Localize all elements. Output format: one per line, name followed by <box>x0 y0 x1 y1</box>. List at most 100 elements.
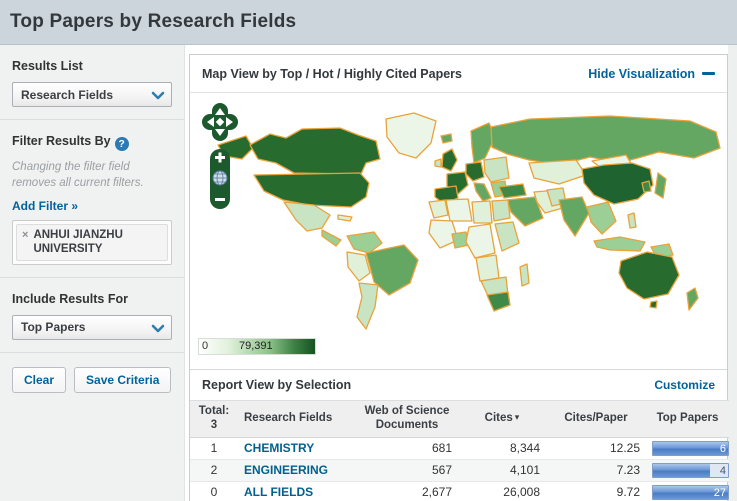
map-region <box>445 198 473 222</box>
rank-cell: 1 <box>190 436 238 460</box>
right-gutter <box>728 45 737 501</box>
content-area: Results List Research Fields Filter Resu… <box>0 45 737 501</box>
save-criteria-button[interactable]: Save Criteria <box>74 366 172 393</box>
include-section: Include Results For Top Papers <box>0 278 184 353</box>
map-region <box>490 115 721 166</box>
field-link[interactable]: CHEMISTRY <box>244 441 314 455</box>
top-papers-value: 6 <box>719 442 726 455</box>
column-header-documents[interactable]: Web of Science Documents <box>356 400 458 438</box>
docs-header-line2: Documents <box>375 418 439 431</box>
field-link[interactable]: ALL FIELDS <box>244 485 313 499</box>
table-row: 2 ENGINEERING 567 4,101 7.23 4 <box>190 458 729 482</box>
top-papers-bar: 6 <box>652 440 729 456</box>
map-region <box>473 182 492 202</box>
cites-cell: 26,008 <box>458 480 546 501</box>
results-list-value: Research Fields <box>21 87 114 102</box>
map-region <box>519 263 530 287</box>
cites-cell: 4,101 <box>458 458 546 482</box>
map-region <box>494 221 520 252</box>
map-controls <box>202 103 238 218</box>
top-papers-bar: 27 <box>652 484 729 500</box>
add-filter-link[interactable]: Add Filter » <box>12 199 78 213</box>
map-region <box>337 214 353 222</box>
map-region <box>586 201 617 235</box>
report-table: Total: 3 Research Fields Web of Science … <box>190 400 729 501</box>
include-select[interactable]: Top Papers <box>12 314 172 340</box>
map-view-title: Map View by Top / Hot / Highly Cited Pap… <box>202 66 462 81</box>
filter-tag: × ANHUI JIANZHU UNIVERSITY <box>16 224 168 261</box>
filter-by-label-text: Filter Results By <box>12 134 111 148</box>
chevron-down-icon <box>150 88 166 106</box>
map-region <box>465 223 496 259</box>
legend-max-label: 79,391 <box>239 340 273 352</box>
zoom-control[interactable] <box>210 149 230 209</box>
documents-cell: 567 <box>356 458 458 482</box>
map-region <box>283 201 331 232</box>
main-panel: Map View by Top / Hot / Highly Cited Pap… <box>189 54 729 501</box>
column-header-cites[interactable]: Cites ▾ <box>458 400 546 438</box>
filter-note: Changing the filter field removes all cu… <box>12 161 144 189</box>
sidebar: Results List Research Fields Filter Resu… <box>0 45 185 501</box>
cites-per-paper-cell: 9.72 <box>546 480 646 501</box>
results-list-section: Results List Research Fields <box>0 45 184 120</box>
documents-cell: 2,677 <box>356 480 458 501</box>
cites-header-label: Cites <box>484 411 513 424</box>
zoom-out-button[interactable] <box>215 198 225 201</box>
documents-cell: 681 <box>356 436 458 460</box>
legend-min-label: 0 <box>202 340 209 352</box>
column-header-top-papers[interactable]: Top Papers <box>646 400 729 438</box>
zoom-globe-icon[interactable] <box>212 170 228 186</box>
help-icon[interactable]: ? <box>114 137 129 151</box>
minus-icon <box>702 72 715 75</box>
hide-visualization-link[interactable]: Hide Visualization <box>588 67 715 81</box>
action-buttons-section: Clear Save Criteria <box>0 353 184 405</box>
map-region <box>649 300 658 309</box>
map-region <box>491 199 511 222</box>
map-region <box>434 158 442 168</box>
remove-filter-icon[interactable]: × <box>22 229 28 241</box>
rank-cell: 2 <box>190 458 238 482</box>
column-header-cites-per-paper[interactable]: Cites/Paper <box>546 400 646 438</box>
map-region <box>385 112 437 159</box>
column-header-research-fields[interactable]: Research Fields <box>238 400 356 438</box>
cites-cell: 8,344 <box>458 436 546 460</box>
sort-desc-icon: ▾ <box>514 411 520 422</box>
map-region <box>618 251 680 300</box>
map-region <box>627 212 637 229</box>
map-legend: 0 79,391 <box>198 338 316 355</box>
map-region <box>356 282 379 330</box>
map-region <box>346 231 383 254</box>
map-region <box>483 156 510 183</box>
map-region <box>593 236 646 252</box>
world-map[interactable]: 0 79,391 <box>190 93 727 369</box>
map-region <box>441 148 458 172</box>
filter-tag-label: ANHUI JIANZHU UNIVERSITY <box>33 229 123 256</box>
customize-link[interactable]: Customize <box>654 378 715 392</box>
map-region <box>641 180 652 193</box>
top-papers-bar: 4 <box>652 462 729 478</box>
choropleth-map <box>217 112 721 330</box>
field-link[interactable]: ENGINEERING <box>244 463 328 477</box>
rank-cell: 0 <box>190 480 238 501</box>
filter-by-label: Filter Results By? <box>12 134 172 151</box>
total-count: 3 <box>210 418 218 431</box>
table-row: 1 CHEMISTRY 681 8,344 12.25 6 <box>190 436 729 460</box>
report-view-title: Report View by Selection <box>202 378 352 392</box>
page-title: Top Papers by Research Fields <box>10 11 297 32</box>
filter-tag-list: × ANHUI JIANZHU UNIVERSITY <box>12 220 172 265</box>
results-list-select[interactable]: Research Fields <box>12 82 172 107</box>
include-label: Include Results For <box>12 291 128 306</box>
pan-control[interactable] <box>202 103 238 141</box>
clear-button[interactable]: Clear <box>12 366 67 393</box>
top-papers-value: 4 <box>719 464 726 477</box>
include-value: Top Papers <box>21 320 86 335</box>
map-region <box>249 127 381 175</box>
docs-header-line1: Web of Science <box>364 405 450 417</box>
filter-section: Filter Results By? Changing the filter f… <box>0 120 184 278</box>
cites-per-paper-cell: 12.25 <box>546 436 646 460</box>
map-region <box>686 287 699 311</box>
map-region <box>486 291 511 312</box>
map-region <box>498 183 527 199</box>
hide-visualization-label: Hide Visualization <box>588 66 695 81</box>
map-region <box>428 199 449 219</box>
